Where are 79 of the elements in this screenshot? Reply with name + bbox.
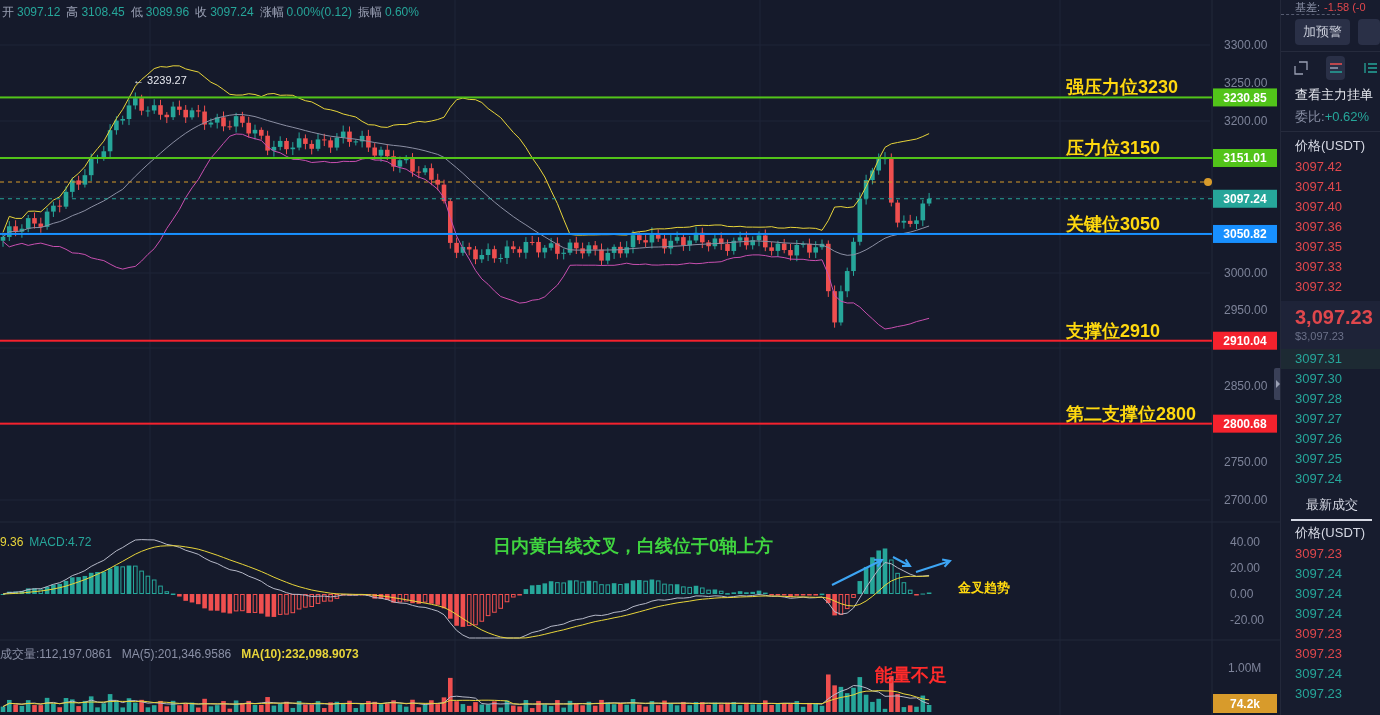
macd-legend-value: 9.36 (0, 534, 24, 551)
volume-legend-value: MA(10):232,098.9073 (241, 646, 359, 663)
ratio-value: +0.62% (1324, 108, 1370, 126)
trade-price: 3097.24 (1294, 585, 1343, 603)
bid-price: 3097.28 (1294, 390, 1343, 408)
mid-price: 3,097.23 (1295, 305, 1374, 329)
axis-label: 3250.00 (1224, 75, 1268, 90)
level-label: 支撑位2910 (1066, 320, 1161, 341)
axis-label: 3300.00 (1224, 38, 1268, 52)
ohlc-label: 开 (2, 4, 14, 21)
bid-price: 3097.25 (1294, 450, 1343, 468)
price-tag: 3151.01 (1213, 149, 1277, 167)
order-book-link[interactable]: 查看主力挂单 (1281, 85, 1380, 105)
bid-price: 3097.31 (1281, 349, 1380, 369)
trade-price: 3097.23 (1294, 685, 1343, 703)
ohlc-value: 3089.96 (145, 4, 190, 21)
level-label: 关键位3050 (1066, 213, 1161, 234)
price-tag: 2910.04 (1213, 331, 1277, 350)
ask-price: 3097.40 (1294, 198, 1343, 216)
chart-annotation: 金叉趋势 (958, 579, 1010, 597)
bid-price: 3097.27 (1294, 410, 1343, 428)
ratio-label: 委比: (1295, 108, 1325, 126)
ohlc-value: 3097.12 (17, 4, 61, 21)
volume-tag: 74.2k (1213, 694, 1277, 713)
level-label: 强压力位3230 (1066, 77, 1179, 98)
chart-annotation: 日内黄白线交叉，白线位于0轴上方 (493, 535, 773, 558)
alert-button[interactable]: 加预警 (1295, 19, 1350, 45)
volume-legend-value: MA(5):201,346.9586 (121, 646, 232, 663)
axis-label: 3200.00 (1224, 113, 1268, 128)
ohlc-label: 振幅 (357, 4, 382, 21)
trade-price: 3097.24 (1294, 565, 1343, 583)
ohlc-value: 3108.45 (81, 4, 125, 21)
level-label: 第二支撑位2800 (1066, 403, 1197, 424)
price-tag: 3050.82 (1213, 224, 1277, 243)
ohlc-value: 0.00%(0.12) (286, 4, 352, 21)
volume-legend-value: 成交量:112,197.0861 (0, 646, 112, 663)
axis-label: 20.00 (1230, 561, 1261, 575)
column-header: 价格(USDT) (1294, 524, 1367, 542)
ask-price: 3097.33 (1294, 258, 1343, 276)
chart-annotation: 能量不足 (875, 664, 947, 687)
ask-price: 3097.36 (1294, 218, 1343, 236)
axis-label: 2700.00 (1224, 493, 1268, 507)
trade-price: 3097.24 (1294, 665, 1343, 683)
trades-tab[interactable]: 最新成交 (1291, 495, 1372, 521)
high-price-marker: ← 3239.27 (133, 74, 187, 86)
axis-label: 2950.00 (1224, 303, 1268, 318)
axis-label: -20.00 (1230, 613, 1265, 627)
axis-label: 1.00M (1228, 661, 1262, 675)
bid-price: 3097.26 (1294, 430, 1343, 448)
ask-price: 3097.41 (1294, 178, 1343, 196)
level-label: 压力位3150 (1066, 138, 1161, 158)
last-price-tag: 3097.24 (1213, 189, 1277, 208)
ohlc-value: 0.60% (384, 4, 419, 21)
ask-price: 3097.32 (1294, 278, 1343, 296)
trade-price: 3097.23 (1294, 645, 1343, 663)
axis-label: 3000.00 (1224, 265, 1268, 280)
trade-price: 3097.24 (1294, 605, 1343, 623)
ohlc-label: 低 (130, 4, 143, 21)
ohlc-label: 收 (195, 4, 208, 21)
basis-label: 基差: (1295, 0, 1321, 14)
axis-label: 2750.00 (1224, 455, 1268, 470)
ohlc-label: 高 (66, 4, 79, 21)
macd-legend-value: MACD:4.72 (29, 534, 92, 551)
ask-price: 3097.35 (1294, 238, 1343, 256)
mid-price-usd: $3,097.23 (1295, 329, 1345, 343)
column-header: 价格(USDT) (1294, 137, 1367, 155)
ask-price: 3097.42 (1294, 158, 1343, 176)
axis-label: 40.00 (1230, 535, 1261, 549)
ohlc-label: 涨幅 (259, 4, 284, 21)
axis-label: 2850.00 (1224, 379, 1268, 394)
axis-label: 0.00 (1230, 587, 1254, 601)
bid-price: 3097.24 (1294, 470, 1343, 488)
price-tag: 2800.68 (1213, 414, 1277, 433)
bid-price: 3097.30 (1294, 370, 1343, 388)
price-tag: 3230.85 (1213, 88, 1277, 107)
trade-price: 3097.23 (1294, 545, 1343, 563)
trade-price: 3097.23 (1294, 625, 1343, 643)
ohlc-value: 3097.24 (210, 4, 254, 21)
basis-value: -1.58 (-0 (1324, 0, 1366, 14)
